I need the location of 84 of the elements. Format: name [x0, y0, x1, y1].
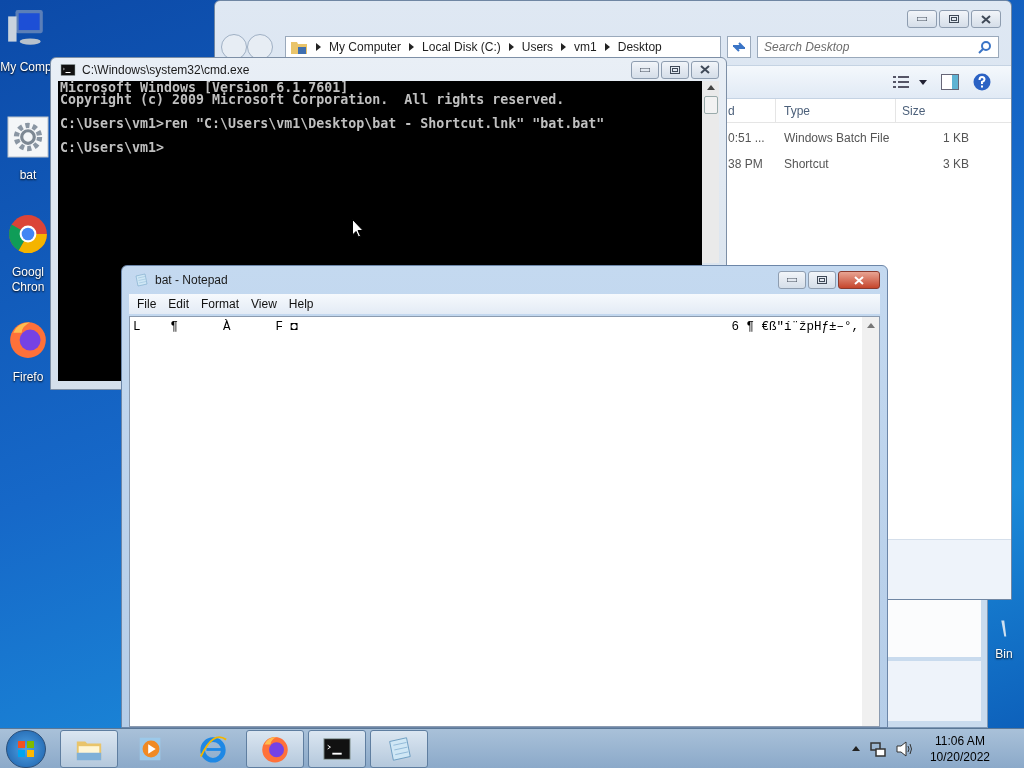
table-cell-text: Windows Batch File: [783, 130, 891, 147]
text-line: 6 ¶ €ß"í¨žpHƒ±–°,: [731, 319, 859, 336]
chevron-icon: [316, 43, 321, 51]
minimize-icon: [787, 278, 797, 282]
refresh-icon: [732, 41, 746, 53]
close-button[interactable]: [691, 60, 719, 79]
table-cell-text: 0:51 ...: [727, 130, 766, 147]
scroll-up-icon[interactable]: [866, 323, 875, 328]
clock-date: 10/20/2022: [929, 748, 990, 765]
preview-pane-icon[interactable]: [941, 74, 959, 90]
menu-item[interactable]: File: [131, 295, 163, 313]
show-hidden-icons-icon[interactable]: [851, 746, 860, 751]
back-button[interactable]: [221, 34, 247, 60]
caret-icon[interactable]: [919, 79, 927, 85]
text-line: L ¶ À F ◘: [133, 318, 299, 336]
maximize-button[interactable]: [808, 271, 836, 289]
maximize-button[interactable]: [661, 60, 689, 79]
console-line: C:\Users\vm1>: [60, 142, 166, 154]
breadcrumb[interactable]: My Computer: [329, 38, 402, 56]
refresh-button[interactable]: [727, 36, 751, 58]
table-cell-text: 1 KB: [942, 130, 969, 147]
cursor-icon: [352, 219, 364, 238]
maximize-icon: [670, 65, 680, 74]
icon-label: bat: [19, 168, 37, 183]
breadcrumb[interactable]: Desktop: [617, 38, 662, 56]
chevron-icon: [561, 43, 567, 51]
maximize-button[interactable]: [939, 10, 969, 28]
breadcrumb[interactable]: vm1: [574, 38, 597, 56]
minimize-icon: [917, 17, 927, 21]
search-input[interactable]: Search Desktop: [764, 38, 978, 56]
maximize-icon: [817, 276, 827, 284]
menu-item[interactable]: View: [245, 295, 283, 313]
table-cell-text: 38 PM: [727, 156, 764, 173]
column-header[interactable]: Type: [775, 99, 895, 122]
icon-label: Bin: [995, 647, 1013, 662]
menu-item[interactable]: Help: [282, 295, 320, 313]
taskbar-button[interactable]: [308, 729, 366, 768]
browser-icon: [7, 213, 49, 255]
e-globe-icon: [198, 733, 228, 764]
maximize-icon: [949, 15, 959, 23]
clock-time: 11:06 AM: [935, 732, 985, 749]
column-header[interactable]: d: [723, 99, 775, 122]
address-bar[interactable]: My Computer Local Disk (C:) Users vm1 Desktop: [285, 36, 721, 58]
network-icon[interactable]: [869, 740, 886, 757]
close-icon: [700, 65, 710, 74]
console-line: C:\Users\vm1>ren "C:\Users\vm1\Desktop\bat - Shortcut.lnk" "bat.bat": [60, 118, 606, 130]
scrollbar[interactable]: [702, 81, 719, 263]
breadcrumb[interactable]: Local Disk (C:): [422, 38, 501, 56]
chevron-icon: [508, 43, 514, 51]
icon-label: Firefo: [12, 370, 44, 385]
icon-label: Chron: [11, 280, 45, 295]
table-cell-text: 3 KB: [942, 156, 969, 173]
breadcrumb[interactable]: Users: [521, 38, 554, 56]
console-line: Copyright (c) 2009 Microsoft Corporation. All rights reserved.: [60, 94, 566, 106]
chevron-icon: [409, 43, 415, 51]
scroll-thumb[interactable]: [703, 96, 718, 114]
menu-item[interactable]: Format: [195, 295, 246, 313]
window-title: C:\Windows\system32\cmd.exe: [82, 61, 250, 79]
chevron-icon: [604, 43, 610, 51]
gear-icon: [7, 116, 49, 158]
volume-icon[interactable]: [895, 740, 914, 757]
scrollbar[interactable]: [862, 317, 879, 726]
window-title: bat - Notepad: [155, 272, 228, 289]
forward-button[interactable]: [247, 34, 273, 60]
column-header[interactable]: Size: [895, 99, 975, 122]
search-icon: [978, 40, 992, 54]
console-icon: [60, 61, 76, 78]
clock[interactable]: 11:06 AM 10/20/2022: [929, 732, 990, 765]
help-icon[interactable]: [973, 73, 991, 91]
start-button[interactable]: [6, 729, 46, 768]
close-icon: [854, 275, 864, 285]
folder-icon: [290, 39, 308, 55]
icon-label: Googl: [12, 265, 44, 280]
table-cell-text: Shortcut: [783, 156, 830, 173]
minimize-icon: [640, 67, 650, 72]
view-list-icon[interactable]: [893, 76, 909, 88]
notepad-icon: [133, 272, 149, 288]
windows-logo-icon: [17, 739, 35, 758]
search-field[interactable]: Search Desktop: [757, 36, 999, 58]
close-icon: [981, 14, 991, 24]
close-button[interactable]: [838, 271, 880, 289]
close-button[interactable]: [971, 10, 1001, 28]
scroll-up-icon[interactable]: [706, 85, 715, 90]
menu-item[interactable]: Edit: [162, 295, 196, 313]
